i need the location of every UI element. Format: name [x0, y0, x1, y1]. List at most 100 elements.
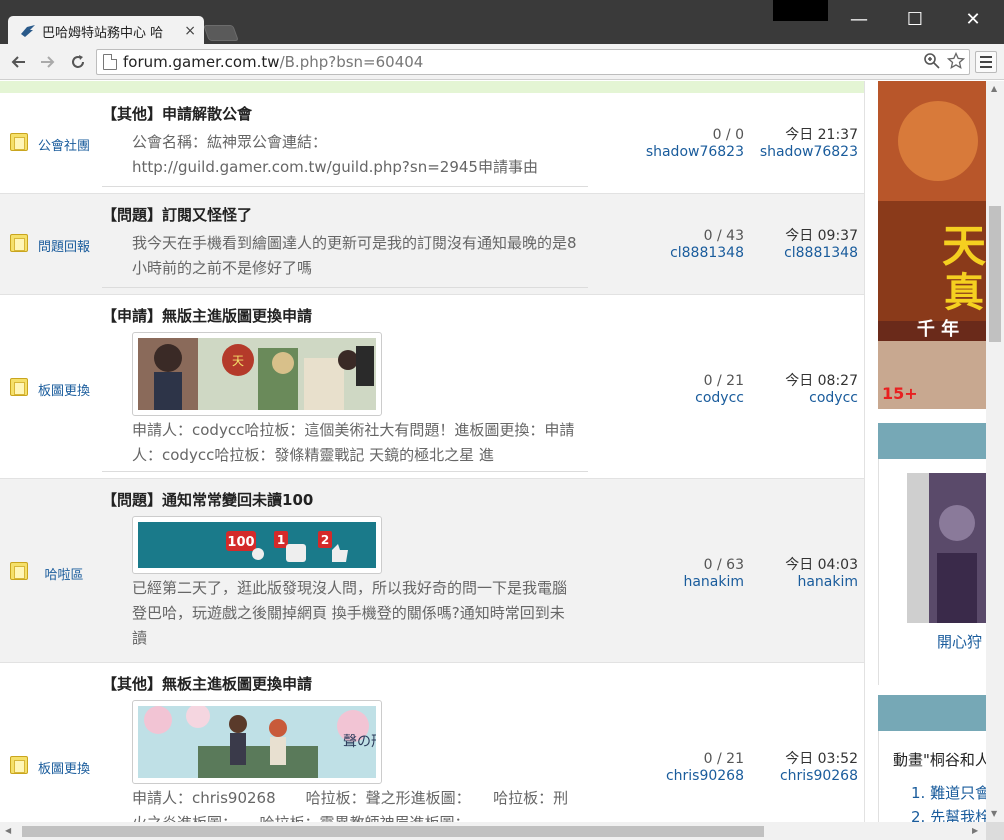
topic-category[interactable]: 哈啦區 — [32, 564, 96, 583]
tab-close-icon[interactable]: × — [184, 23, 196, 39]
table-row: 問題回報 【問題】訂閱又怪怪了 我今天在手機看到繪圖達人的更新可是我的訂閱沒有通… — [0, 194, 864, 295]
author-link[interactable]: codycc — [628, 390, 744, 407]
svg-text:聲の形: 聲の形 — [343, 733, 376, 750]
reload-icon[interactable] — [66, 50, 90, 74]
topic-status-icon — [10, 756, 28, 774]
last-post-time[interactable]: 今日 04:03 — [748, 557, 858, 574]
forward-icon[interactable] — [36, 50, 60, 74]
svg-text:真: 真 — [944, 269, 984, 316]
svg-text:天: 天 — [232, 354, 244, 368]
close-window-button[interactable]: ✕ — [944, 0, 1002, 38]
sidebar-thumbnail[interactable] — [907, 473, 987, 623]
menu-icon[interactable] — [975, 51, 997, 73]
anime-banner-image: 天 — [138, 338, 376, 410]
scroll-up-icon[interactable]: ▲ — [991, 84, 997, 93]
topic-brief[interactable]: 我今天在手機看到繪圖達人的更新可是我的訂閱沒有通知最晚的是8小時前的之前不是修好… — [132, 231, 578, 281]
last-post-time[interactable]: 今日 08:27 — [748, 373, 858, 390]
section-header — [878, 423, 987, 459]
svg-text:千 年: 千 年 — [917, 318, 959, 340]
back-icon[interactable] — [6, 50, 30, 74]
svg-text:15+: 15+ — [882, 384, 918, 403]
sidebar-list-item[interactable]: 1. 難道只會 — [911, 781, 990, 805]
last-post-user[interactable]: chris90268 — [748, 768, 858, 785]
divider — [102, 471, 588, 472]
scrollbar-corner — [986, 822, 1004, 840]
topic-title[interactable]: 【申請】無版主進版圖更換申請 — [102, 306, 588, 326]
new-tab-button[interactable] — [203, 25, 239, 41]
scroll-left-icon[interactable]: ◀ — [5, 826, 11, 835]
table-row: 哈啦區 【問題】通知常常變回未讀100 100 1 2 已經第二天了，逛此版發現… — [0, 479, 864, 663]
topic-category[interactable]: 問題回報 — [32, 236, 96, 255]
horizontal-scroll-thumb[interactable] — [22, 826, 764, 837]
topic-title[interactable]: 【問題】訂閱又怪怪了 — [102, 205, 588, 225]
tab-title: 巴哈姆特站務中心 哈 — [42, 25, 164, 41]
address-bar[interactable]: forum.gamer.com.tw/B.php?bsn=60404 — [96, 49, 970, 75]
title-bar: 巴哈姆特站務中心 哈 × — ☐ ✕ — [0, 0, 1004, 46]
table-row: 板圖更換 【申請】無版主進版圖更換申請 天 申請人：codycc哈拉板：這個美術… — [0, 295, 864, 479]
svg-text:天: 天 — [942, 221, 986, 272]
url-host: forum.gamer.com.tw — [123, 53, 280, 71]
topic-title[interactable]: 【其他】申請解散公會 — [102, 104, 588, 124]
topic-brief[interactable]: 申請人：chris90268 哈拉板：聲之形進板圖： 哈拉板：刑火之炎進板圖： … — [132, 786, 578, 822]
author-link[interactable]: cl8881348 — [628, 245, 744, 262]
sidebar-list-item[interactable]: 2. 先幫我栓 — [911, 805, 990, 822]
topic-category[interactable]: 板圖更換 — [32, 380, 96, 399]
svg-text:100: 100 — [227, 535, 254, 550]
topic-list: 公會社團 【其他】申請解散公會 公會名稱：紘神眾公會連結：http://guil… — [0, 93, 864, 822]
svg-text:1: 1 — [277, 533, 285, 547]
reply-count: 0 / 21 — [703, 373, 744, 389]
topic-title[interactable]: 【其他】無板主進板圖更換申請 — [102, 674, 588, 694]
divider — [102, 287, 588, 288]
header-strip — [0, 81, 864, 93]
sidebar-box: 動畫"桐谷和人 1. 難道只會 2. 先幫我栓 — [878, 731, 990, 822]
last-post-user[interactable]: codycc — [748, 390, 858, 407]
last-post-time[interactable]: 今日 09:37 — [748, 228, 858, 245]
game-ad-banner[interactable]: 天 真 千 年 15+ — [878, 81, 987, 409]
last-post-user[interactable]: cl8881348 — [748, 245, 858, 262]
vertical-scrollbar[interactable]: ▲ ▼ — [986, 81, 1004, 822]
topic-thumbnail[interactable]: 聲の形 — [132, 700, 385, 784]
topic-category[interactable]: 公會社團 — [32, 135, 96, 154]
topic-brief[interactable]: 申請人：codycc哈拉板：這個美術社大有問題！進板圖更換：申請人：codycc… — [132, 418, 578, 468]
author-link[interactable]: chris90268 — [628, 768, 744, 785]
topic-brief[interactable]: 公會名稱：紘神眾公會連結：http://guild.gamer.com.tw/g… — [132, 130, 578, 180]
table-row: 板圖更換 【其他】無板主進板圖更換申請 聲の形 — [0, 663, 864, 822]
last-post-time[interactable]: 今日 21:37 — [748, 127, 858, 144]
browser-toolbar: forum.gamer.com.tw/B.php?bsn=60404 — [0, 44, 1004, 80]
page-icon — [103, 54, 117, 70]
last-post-user[interactable]: shadow76823 — [748, 144, 858, 161]
scroll-down-icon[interactable]: ▼ — [991, 809, 997, 818]
divider — [102, 186, 588, 187]
topic-thumbnail[interactable]: 天 — [132, 332, 382, 416]
page-viewport: 公會社團 【其他】申請解散公會 公會名稱：紘神眾公會連結：http://guil… — [0, 81, 1004, 822]
sidebar-box: 開心狩 — [878, 459, 987, 685]
sidebar: 天 真 千 年 15+ 開心狩 動畫"桐谷和人 1. 難道只會 2. 先幫我栓 — [864, 81, 990, 822]
topic-thumbnail[interactable]: 100 1 2 — [132, 516, 382, 574]
topic-status-icon — [10, 234, 28, 252]
url-path: /B.php?bsn=60404 — [279, 53, 424, 71]
topic-category[interactable]: 板圖更換 — [32, 758, 96, 777]
sidebar-link[interactable]: 開心狩 — [937, 631, 982, 652]
browser-tab[interactable]: 巴哈姆特站務中心 哈 × — [8, 16, 204, 46]
reply-count: 0 / 0 — [712, 127, 744, 143]
redacted-block — [773, 0, 828, 21]
last-post-time[interactable]: 今日 03:52 — [748, 751, 858, 768]
zoom-icon[interactable] — [923, 52, 941, 74]
svg-text:2: 2 — [321, 533, 329, 547]
scroll-right-icon[interactable]: ▶ — [972, 826, 978, 835]
notification-screenshot: 100 1 2 — [138, 522, 376, 568]
bahamut-logo-icon — [20, 23, 36, 39]
maximize-button[interactable]: ☐ — [886, 0, 944, 38]
sidebar-text: 動畫"桐谷和人 — [893, 751, 990, 769]
topic-brief[interactable]: 已經第二天了，逛此版發現沒人問，所以我好奇的問一下是我電腦登巴哈，玩遊戲之後關掉… — [132, 576, 578, 651]
author-link[interactable]: shadow76823 — [628, 144, 744, 161]
ad-image: 天 真 千 年 15+ — [878, 81, 987, 409]
vertical-scroll-thumb[interactable] — [989, 206, 1001, 342]
minimize-button[interactable]: — — [830, 0, 888, 38]
section-header — [878, 695, 987, 731]
author-link[interactable]: hanakim — [628, 574, 744, 591]
star-icon[interactable] — [946, 51, 966, 74]
horizontal-scrollbar[interactable]: ◀ ▶ — [0, 822, 986, 840]
last-post-user[interactable]: hanakim — [748, 574, 858, 591]
topic-title[interactable]: 【問題】通知常常變回未讀100 — [102, 490, 588, 510]
